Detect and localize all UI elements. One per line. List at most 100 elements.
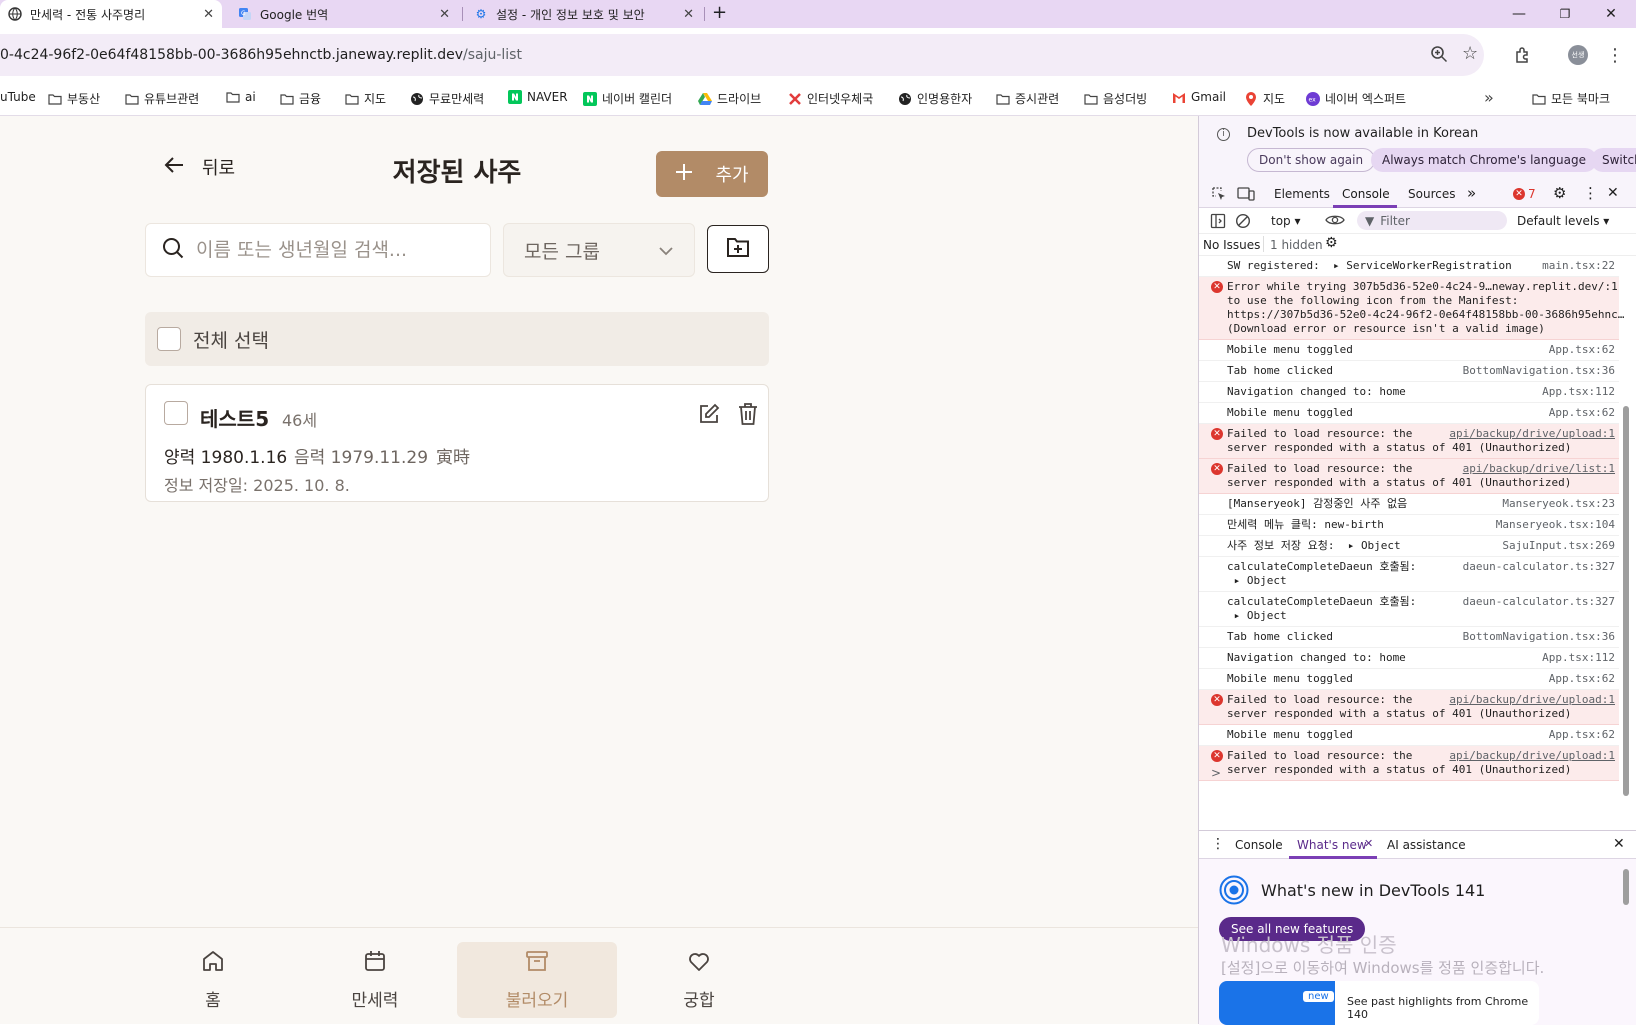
tab-elements[interactable]: Elements: [1274, 187, 1330, 201]
context-select[interactable]: top ▾: [1271, 214, 1301, 228]
console-source-link[interactable]: Manseryeok.tsx:23: [1502, 497, 1615, 510]
zoom-icon[interactable]: [1430, 45, 1448, 67]
record-checkbox[interactable]: [164, 401, 188, 425]
filter-input[interactable]: ▼ Filter: [1357, 211, 1507, 230]
bookmark-item[interactable]: 인명용한자: [898, 90, 972, 107]
search-input[interactable]: [196, 239, 456, 261]
drawer-tab-ai-assistance[interactable]: AI assistance: [1387, 838, 1466, 852]
bookmark-item[interactable]: 무료만세력: [410, 90, 484, 107]
console-source-link[interactable]: BottomNavigation.tsx:36: [1463, 364, 1615, 377]
back-button[interactable]: 뒤로: [164, 154, 235, 180]
console-source-link[interactable]: App.tsx:62: [1549, 672, 1615, 685]
log-levels-select[interactable]: Default levels ▾: [1517, 214, 1609, 228]
select-all-row[interactable]: 전체 선택: [145, 312, 769, 366]
bookmark-item[interactable]: 금융: [280, 90, 321, 107]
switch-language-button[interactable]: Switch: [1591, 148, 1636, 172]
bookmark-item[interactable]: uTube: [0, 90, 36, 104]
more-tabs-icon[interactable]: »: [1467, 184, 1476, 202]
group-select[interactable]: 모든 그룹: [503, 223, 695, 277]
settings-gear-icon[interactable]: ⚙: [1553, 184, 1566, 202]
tab-sources[interactable]: Sources: [1408, 187, 1455, 201]
more-bookmarks-button[interactable]: »: [1484, 88, 1494, 107]
console-source-link[interactable]: api/backup/drive/upload:1: [1449, 749, 1615, 762]
bookmark-item[interactable]: 지도: [345, 90, 386, 107]
bookmark-item[interactable]: 인터넷우체국: [788, 90, 873, 107]
bookmark-item[interactable]: Gmail: [1172, 90, 1226, 104]
bookmark-item[interactable]: ai: [226, 90, 256, 104]
inspect-element-icon[interactable]: [1211, 186, 1227, 205]
bookmark-star-icon[interactable]: ☆: [1462, 43, 1478, 64]
console-source-link[interactable]: App.tsx:62: [1549, 728, 1615, 741]
bookmark-item[interactable]: 드라이브: [698, 90, 761, 107]
bookmark-item[interactable]: 네이버 캘린더: [583, 90, 672, 107]
add-folder-button[interactable]: [707, 225, 769, 273]
highlights-card[interactable]: new See past highlights from Chrome 140: [1219, 981, 1539, 1025]
new-tab-button[interactable]: +: [712, 2, 727, 23]
trash-icon[interactable]: [738, 402, 758, 430]
console-source-link[interactable]: api/backup/drive/list:1: [1463, 462, 1615, 475]
console-scrollbar[interactable]: [1623, 406, 1629, 796]
nav-compatibility[interactable]: 궁합: [619, 942, 779, 1018]
console-source-link[interactable]: App.tsx:62: [1549, 406, 1615, 419]
bookmark-item[interactable]: NAVER: [508, 90, 568, 104]
browser-tab-manseryeok[interactable]: 만세력 - 전통 사주명리 ✕: [0, 0, 222, 28]
bookmark-item[interactable]: ex 네이버 엑스퍼트: [1306, 90, 1406, 107]
console-source-link[interactable]: SajuInput.tsx:269: [1502, 539, 1615, 552]
close-tab-icon[interactable]: ✕: [439, 7, 450, 22]
bookmark-item[interactable]: 유튜브관련: [125, 90, 199, 107]
issues-text[interactable]: No Issues: [1203, 238, 1260, 252]
device-toolbar-icon[interactable]: [1237, 186, 1255, 205]
nav-load[interactable]: 불러오기: [457, 942, 617, 1018]
tab-console[interactable]: Console: [1342, 187, 1390, 201]
drawer-tab-whats-new[interactable]: What's new: [1297, 838, 1367, 852]
close-devtools-icon[interactable]: ✕: [1607, 185, 1619, 201]
close-whats-new-icon[interactable]: ✕: [1364, 837, 1373, 850]
close-tab-icon[interactable]: ✕: [203, 7, 214, 22]
all-bookmarks-button[interactable]: 모든 북마크: [1532, 90, 1610, 107]
select-all-checkbox[interactable]: [157, 327, 181, 351]
eye-icon[interactable]: [1325, 212, 1345, 231]
browser-tab-settings[interactable]: ⚙ 설정 - 개인 정보 보호 및 보안 ✕: [466, 0, 702, 28]
console-source-link[interactable]: Manseryeok.tsx:104: [1496, 518, 1615, 531]
clear-console-icon[interactable]: [1235, 213, 1251, 232]
drawer-menu-icon[interactable]: ⋮: [1211, 836, 1225, 852]
bookmark-item[interactable]: 지도: [1244, 90, 1285, 107]
edit-icon[interactable]: [698, 403, 720, 429]
menu-kebab-icon[interactable]: ⋮: [1604, 44, 1626, 66]
console-source-link[interactable]: daeun-calculator.ts:327: [1463, 560, 1615, 573]
bookmark-item[interactable]: 증시관련: [996, 90, 1059, 107]
console-settings-icon[interactable]: ⚙: [1325, 235, 1338, 251]
nav-home[interactable]: 홈: [133, 942, 293, 1018]
saju-record-card[interactable]: 테스트5 46세 양력 1980.1.16 음력 1979.11.29 寅時 정…: [145, 384, 769, 502]
devtools-menu-icon[interactable]: ⋮: [1583, 184, 1598, 202]
profile-avatar[interactable]: 선생: [1568, 45, 1588, 65]
address-bar[interactable]: 0-4c24-96f2-0e64f48158bb-00-3686h95ehnct…: [0, 34, 1484, 76]
console-source-link[interactable]: main.tsx:22: [1542, 259, 1615, 272]
extensions-icon[interactable]: [1512, 44, 1534, 66]
console-source-link[interactable]: App.tsx:112: [1542, 651, 1615, 664]
bookmark-item[interactable]: 음성더빙: [1084, 90, 1147, 107]
console-source-link[interactable]: api/backup/drive/upload:1: [1449, 693, 1615, 706]
console-prompt[interactable]: >: [1211, 766, 1221, 780]
add-button[interactable]: 추가: [656, 151, 768, 197]
drawer-tab-console[interactable]: Console: [1235, 838, 1283, 852]
browser-tab-google-translate[interactable]: G Google 번역 ✕: [230, 0, 458, 28]
console-source-link[interactable]: App.tsx:62: [1549, 343, 1615, 356]
minimize-button[interactable]: —: [1496, 0, 1542, 28]
window-close-button[interactable]: ✕: [1588, 0, 1634, 28]
nav-manseryeok[interactable]: 만세력: [295, 942, 455, 1018]
drawer-scrollbar[interactable]: [1623, 869, 1629, 905]
maximize-button[interactable]: ❐: [1542, 0, 1588, 28]
console-source-link[interactable]: daeun-calculator.ts:327: [1463, 595, 1615, 608]
close-drawer-icon[interactable]: ✕: [1613, 836, 1625, 852]
console-source-link[interactable]: api/backup/drive/upload:1: [1449, 427, 1615, 440]
console-source-link[interactable]: App.tsx:112: [1542, 385, 1615, 398]
console-source-link[interactable]: BottomNavigation.tsx:36: [1463, 630, 1615, 643]
always-match-language-button[interactable]: Always match Chrome's language: [1371, 148, 1597, 172]
dont-show-again-button[interactable]: Don't show again: [1247, 148, 1376, 172]
close-tab-icon[interactable]: ✕: [683, 7, 694, 22]
sidebar-toggle-icon[interactable]: [1210, 213, 1226, 232]
bookmark-item[interactable]: 부동산: [48, 90, 100, 107]
search-field[interactable]: [145, 223, 491, 277]
hidden-count[interactable]: 1 hidden: [1270, 238, 1323, 252]
